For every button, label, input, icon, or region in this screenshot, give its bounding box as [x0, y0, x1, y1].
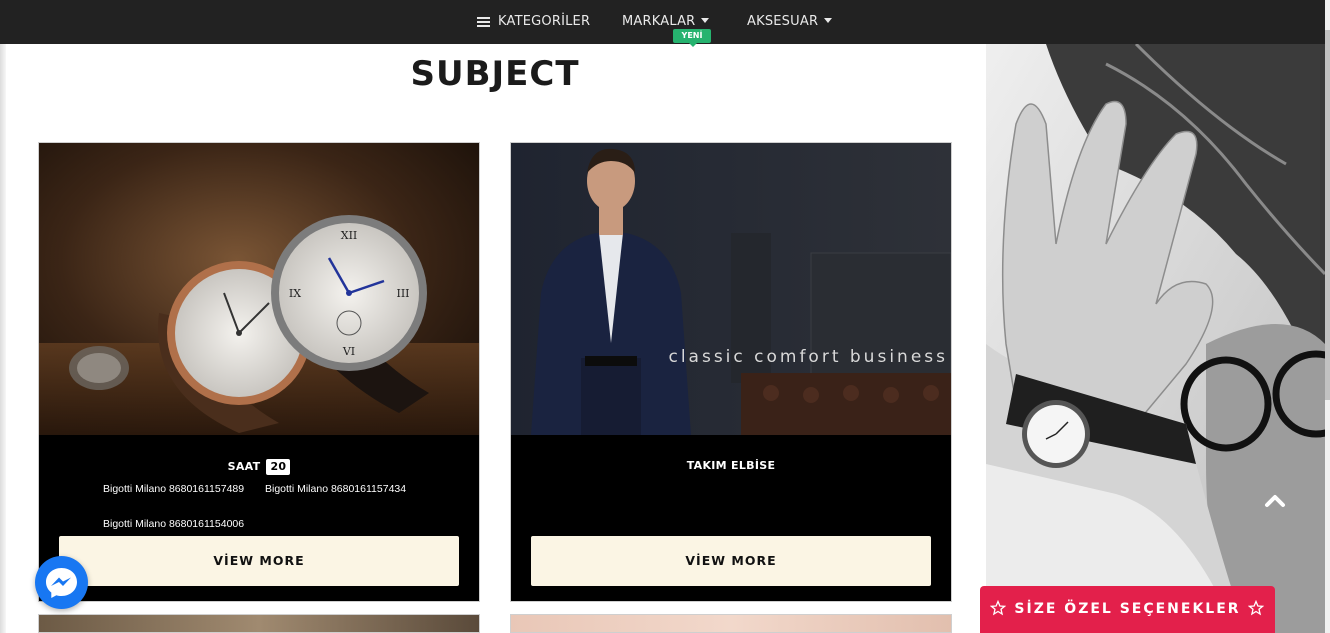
- nav-accessories[interactable]: AKSESUAR: [747, 0, 833, 44]
- top-navigation: KATEGORİLER MARKALAR YENİ AKSESUAR: [0, 0, 1330, 47]
- svg-text:III: III: [396, 287, 409, 300]
- nav-brands-label: MARKALAR: [622, 14, 696, 29]
- svg-text:IX: IX: [289, 287, 301, 300]
- suit-photo-caption: classic comfort business: [668, 347, 948, 367]
- suit-photo[interactable]: classic comfort business: [511, 143, 951, 435]
- caret-down-icon: [824, 18, 833, 23]
- messenger-chat-button[interactable]: [35, 556, 88, 609]
- messenger-icon: [46, 568, 77, 598]
- page-title: SUBJECT: [410, 54, 580, 94]
- card-title[interactable]: TAKIM ELBİSE: [511, 459, 951, 472]
- nav-accessories-label: AKSESUAR: [747, 14, 819, 29]
- category-card-partial[interactable]: [38, 614, 480, 633]
- watches-photo-illustration: XII III VI IX: [39, 143, 479, 435]
- promo-banner-illustration: [986, 44, 1325, 633]
- suit-photo-illustration: classic comfort business: [511, 143, 951, 435]
- view-more-button[interactable]: VİEW MORE: [531, 536, 931, 586]
- card-title[interactable]: SAAT 20: [39, 459, 479, 475]
- promo-banner-image[interactable]: [986, 44, 1325, 633]
- scrollbar-thumb[interactable]: [1325, 30, 1330, 400]
- product-link[interactable]: Bigotti Milano 8680161157434: [265, 483, 406, 495]
- special-options-button[interactable]: SİZE ÖZEL SEÇENEKLER: [980, 586, 1275, 633]
- nav-categories[interactable]: KATEGORİLER: [498, 0, 590, 44]
- card-title-label: SAAT: [227, 460, 261, 473]
- product-link[interactable]: Bigotti Milano 8680161157489: [103, 483, 244, 495]
- product-count-badge: 20: [266, 459, 291, 475]
- view-more-button[interactable]: VİEW MORE: [59, 536, 459, 586]
- svg-text:XII: XII: [341, 229, 358, 242]
- watches-photo[interactable]: XII III VI IX: [39, 143, 479, 435]
- category-card-partial[interactable]: [510, 614, 952, 633]
- scrollbar[interactable]: [1325, 0, 1330, 633]
- star-icon: [1248, 600, 1264, 616]
- category-card-watches[interactable]: XII III VI IX SAAT 20 Bigotti Milano 868016…: [38, 142, 480, 602]
- special-options-label: SİZE ÖZEL SEÇENEKLER: [1014, 601, 1241, 617]
- new-badge: YENİ: [673, 29, 711, 47]
- page-edge: [0, 44, 6, 633]
- chevron-up-icon[interactable]: [1264, 490, 1286, 512]
- hamburger-menu-icon[interactable]: [477, 17, 490, 27]
- product-link[interactable]: Bigotti Milano 8680161154006: [103, 518, 244, 530]
- caret-down-icon: [701, 18, 710, 23]
- category-card-suits[interactable]: classic comfort business TAKIM ELBİSE Vİ…: [510, 142, 952, 602]
- svg-text:VI: VI: [342, 345, 355, 358]
